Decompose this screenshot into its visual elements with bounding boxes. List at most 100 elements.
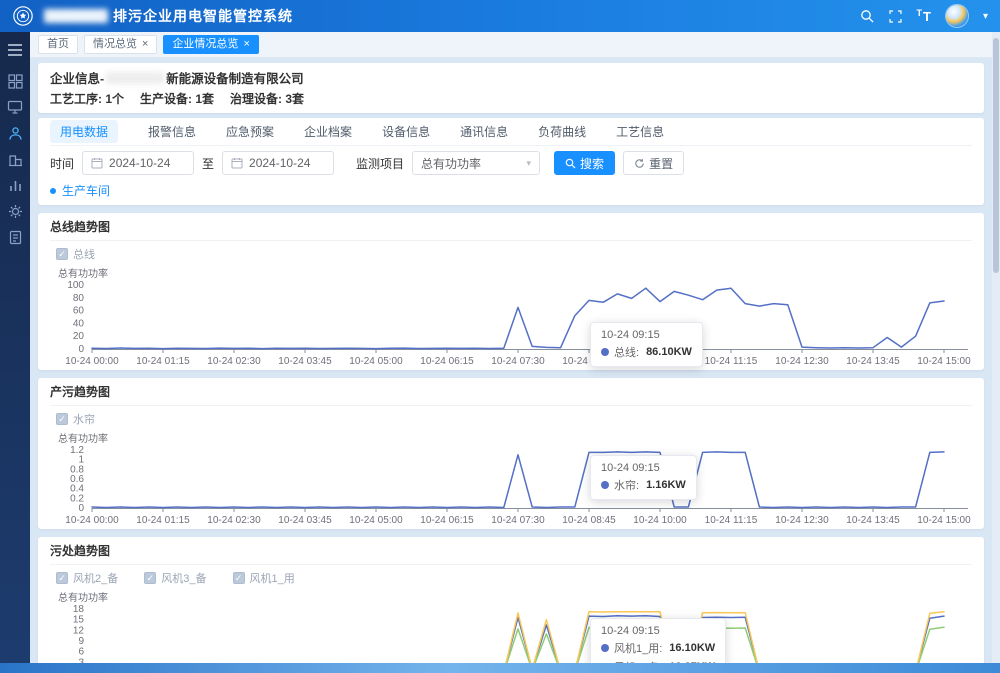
svg-text:40: 40 (73, 318, 85, 329)
enterprise-title: 企业信息-新能源设备制造有限公司 (50, 68, 972, 87)
sidebar-item-monitor-icon[interactable] (6, 99, 24, 115)
svg-text:10-24 13:45: 10-24 13:45 (846, 356, 900, 367)
chart-legend: ✓ 风机2_备 ✓ 风机3_备 ✓ 风机1_用 (56, 570, 972, 586)
svg-text:0.8: 0.8 (70, 464, 84, 475)
calendar-icon (231, 157, 243, 169)
legend-checkbox-water-curtain[interactable]: ✓ 水帘 (56, 411, 95, 427)
chip-close-icon[interactable]: × (243, 39, 249, 50)
svg-text:18: 18 (73, 604, 85, 615)
svg-text:10-24 00:00: 10-24 00:00 (65, 515, 119, 526)
date-from-input[interactable]: 2024-10-24 (82, 151, 194, 175)
y-axis-title: 总有功功率 (58, 589, 972, 604)
pollution-production-chart[interactable]: 00.20.40.60.811.210-24 00:0010-24 01:151… (50, 445, 972, 526)
section-tabs: 用电数据 报警信息 应急预案 企业档案 设备信息 通讯信息 负荷曲线 工艺信息 (50, 118, 972, 146)
tab-process-info[interactable]: 工艺信息 (616, 123, 664, 140)
tab-alarm-info[interactable]: 报警信息 (148, 123, 196, 140)
sidebar (0, 32, 30, 673)
reset-button[interactable]: 重置 (623, 151, 684, 175)
sidebar-item-statistics-icon[interactable] (6, 177, 24, 193)
sidebar-item-settings-icon[interactable] (6, 203, 24, 219)
workshop-link-label: 生产车间 (62, 182, 110, 199)
svg-text:0: 0 (78, 503, 84, 514)
pollution-treatment-trend-card: 污处趋势图 ✓ 风机2_备 ✓ 风机3_备 ✓ 风机1_用 总有功功率 0369… (38, 537, 984, 673)
svg-text:10-24 15:00: 10-24 15:00 (917, 515, 971, 526)
enterprise-stats: 工艺工序: 1个 生产设备: 1套 治理设备: 3套 (50, 90, 972, 107)
svg-text:0: 0 (78, 344, 84, 355)
footer-decoration (0, 663, 1000, 673)
svg-text:10-24 07:30: 10-24 07:30 (491, 356, 545, 367)
redacted-brand-name (44, 9, 108, 23)
checkbox-icon[interactable]: ✓ (56, 413, 68, 425)
font-size-icon[interactable]: TT (917, 9, 931, 24)
chip-close-icon[interactable]: × (142, 39, 148, 50)
search-icon[interactable] (860, 9, 874, 23)
fullscreen-icon[interactable] (889, 10, 902, 23)
svg-text:0.6: 0.6 (70, 474, 84, 485)
tab-device-info[interactable]: 设备信息 (382, 123, 430, 140)
svg-text:10-24 10:00: 10-24 10:00 (633, 356, 687, 367)
bus-trend-chart[interactable]: 02040608010010-24 00:0010-24 01:1510-24 … (50, 280, 972, 367)
sidebar-item-documents-icon[interactable] (6, 229, 24, 245)
monitor-item-select[interactable]: 总有功功率 ▾ (412, 151, 540, 175)
legend-label: 总线 (73, 246, 95, 262)
sidebar-item-dashboard-icon[interactable] (6, 73, 24, 89)
svg-text:10-24 05:00: 10-24 05:00 (349, 356, 403, 367)
workshop-link[interactable]: 生产车间 (50, 182, 110, 199)
reset-button-label: 重置 (649, 155, 673, 172)
tab-enterprise-archive[interactable]: 企业档案 (304, 123, 352, 140)
tab-emergency-plan[interactable]: 应急预案 (226, 123, 274, 140)
vertical-scrollbar[interactable] (992, 32, 1000, 663)
svg-text:15: 15 (73, 615, 85, 626)
calendar-icon (91, 157, 103, 169)
tab-chip-overview[interactable]: 情况总览× (84, 35, 157, 54)
svg-text:6: 6 (78, 647, 84, 658)
svg-text:10-24 05:00: 10-24 05:00 (349, 515, 403, 526)
scrollbar-thumb[interactable] (993, 38, 999, 273)
sidebar-item-enterprise-icon[interactable] (6, 125, 24, 141)
enterprise-info-card: 企业信息-新能源设备制造有限公司 工艺工序: 1个 生产设备: 1套 治理设备:… (38, 63, 984, 113)
tab-power-data[interactable]: 用电数据 (50, 120, 118, 143)
chart-legend: ✓ 水帘 (56, 411, 972, 427)
search-button-label: 搜索 (580, 155, 604, 172)
time-label: 时间 (50, 155, 74, 172)
svg-text:1: 1 (78, 455, 84, 466)
svg-text:10-24 01:15: 10-24 01:15 (136, 515, 190, 526)
checkbox-icon[interactable]: ✓ (56, 572, 68, 584)
tab-bar: 首页 情况总览× 企业情况总览× (30, 32, 992, 58)
svg-text:10-24 03:45: 10-24 03:45 (278, 515, 332, 526)
checkbox-icon[interactable]: ✓ (233, 572, 245, 584)
search-button[interactable]: 搜索 (554, 151, 615, 175)
enterprise-title-prefix: 企业信息- (50, 68, 104, 87)
menu-toggle-icon[interactable] (6, 42, 24, 58)
checkbox-icon[interactable]: ✓ (56, 248, 68, 260)
tab-chip-home[interactable]: 首页 (38, 35, 78, 54)
legend-checkbox-fan3[interactable]: ✓ 风机3_备 (144, 570, 206, 586)
svg-text:10-24 01:15: 10-24 01:15 (136, 356, 190, 367)
tab-communication-info[interactable]: 通讯信息 (460, 123, 508, 140)
avatar[interactable] (946, 5, 968, 27)
redacted-company-name (106, 72, 164, 84)
tab-chip-enterprise-overview[interactable]: 企业情况总览× (163, 35, 258, 54)
date-to-value: 2024-10-24 (249, 156, 310, 170)
svg-text:80: 80 (73, 293, 85, 304)
legend-checkbox-fan2[interactable]: ✓ 风机2_备 (56, 570, 118, 586)
date-to-input[interactable]: 2024-10-24 (222, 151, 334, 175)
caret-down-icon[interactable]: ▾ (983, 11, 988, 22)
tab-load-curve[interactable]: 负荷曲线 (538, 123, 586, 140)
legend-checkbox-busline[interactable]: ✓ 总线 (56, 246, 95, 262)
svg-text:10-24 02:30: 10-24 02:30 (207, 515, 261, 526)
legend-label: 风机2_备 (73, 570, 118, 586)
bullet-dot-icon (50, 188, 56, 194)
stat-process: 工艺工序: 1个 (50, 90, 124, 107)
app-title: 排污企业用电智能管控系统 (113, 6, 293, 26)
legend-checkbox-fan1[interactable]: ✓ 风机1_用 (233, 570, 295, 586)
y-axis-title: 总有功功率 (58, 265, 972, 280)
data-panel: 用电数据 报警信息 应急预案 企业档案 设备信息 通讯信息 负荷曲线 工艺信息 … (38, 118, 984, 205)
sidebar-item-archive-icon[interactable] (6, 151, 24, 167)
header-actions: TT ▾ (860, 5, 988, 27)
svg-text:10-24 06:15: 10-24 06:15 (420, 356, 474, 367)
svg-text:10-24 06:15: 10-24 06:15 (420, 515, 474, 526)
legend-label: 风机3_备 (161, 570, 206, 586)
checkbox-icon[interactable]: ✓ (144, 572, 156, 584)
svg-text:10-24 10:00: 10-24 10:00 (633, 515, 687, 526)
